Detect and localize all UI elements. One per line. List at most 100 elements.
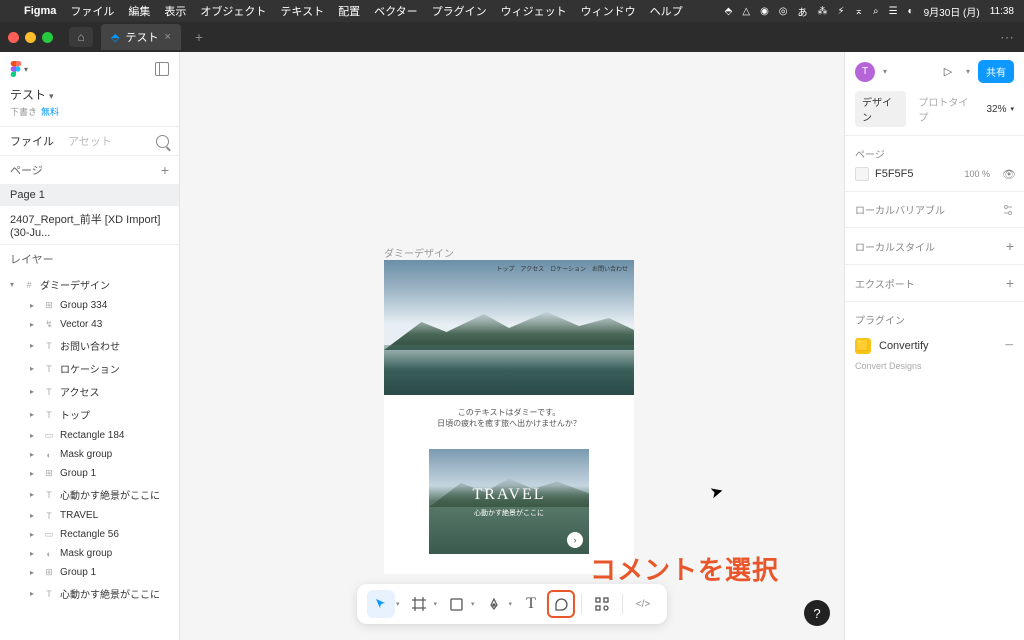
- minimize-window-icon[interactable]: [25, 32, 36, 43]
- chevron-down-icon[interactable]: ▾: [509, 600, 513, 608]
- layer-item[interactable]: ▸T心動かす絶景がここに: [0, 483, 179, 506]
- layer-item[interactable]: ▸Tアクセス: [0, 380, 179, 403]
- add-icon[interactable]: +: [1006, 238, 1014, 254]
- export-section[interactable]: エクスポート+: [855, 275, 1014, 291]
- home-tab[interactable]: ⌂: [69, 27, 93, 47]
- file-title[interactable]: テスト▾: [0, 86, 179, 105]
- figma-menu-icon[interactable]: ▾: [10, 60, 28, 78]
- new-tab-button[interactable]: +: [195, 29, 203, 45]
- status-cloud-icon[interactable]: △: [742, 6, 750, 17]
- remove-plugin-icon[interactable]: −: [1005, 337, 1014, 355]
- chevron-right-icon[interactable]: ▸: [30, 469, 38, 478]
- status-bluetooth-icon[interactable]: ⁂: [818, 6, 828, 17]
- menu-text[interactable]: テキスト: [280, 3, 324, 19]
- tabbar-overflow-icon[interactable]: ⋯: [1000, 29, 1016, 46]
- pages-header[interactable]: ページ +: [0, 155, 179, 184]
- maximize-window-icon[interactable]: [42, 32, 53, 43]
- layer-item[interactable]: ▸⊞Group 1: [0, 563, 179, 582]
- tool-frame[interactable]: [404, 590, 432, 618]
- menu-object[interactable]: オブジェクト: [200, 3, 266, 19]
- chevron-down-icon[interactable]: ▾: [433, 600, 437, 608]
- background-color[interactable]: F5F5F5 100 % 👁: [855, 167, 1014, 181]
- chevron-right-icon[interactable]: ▸: [30, 387, 38, 396]
- chevron-right-icon[interactable]: ▸: [30, 364, 38, 373]
- layer-item[interactable]: ▸Tトップ: [0, 403, 179, 426]
- layer-item[interactable]: ▸Tロケーション: [0, 357, 179, 380]
- chevron-right-icon[interactable]: ▸: [30, 320, 38, 329]
- color-hex[interactable]: F5F5F5: [875, 168, 914, 180]
- canvas[interactable]: ダミーデザイン トップアクセスロケーションお問い合わせ このテキストはダミーです…: [180, 52, 844, 640]
- zoom-control[interactable]: 32%▾: [986, 104, 1014, 115]
- status-cc-icon[interactable]: ☰: [889, 6, 898, 17]
- tab-file[interactable]: ファイル: [10, 133, 54, 149]
- tool-move[interactable]: [367, 590, 395, 618]
- local-variables[interactable]: ローカルバリアブル: [855, 202, 1014, 217]
- chevron-right-icon[interactable]: ▸: [30, 341, 38, 350]
- chevron-right-icon[interactable]: ▸: [30, 490, 38, 499]
- page-item[interactable]: Page 1: [0, 184, 179, 206]
- menu-arrange[interactable]: 配置: [338, 3, 360, 19]
- tab-design[interactable]: デザイン: [855, 91, 906, 127]
- chevron-right-icon[interactable]: ▸: [30, 410, 38, 419]
- design-frame[interactable]: トップアクセスロケーションお問い合わせ このテキストはダミーです。 日頃の疲れを…: [384, 260, 634, 574]
- plugin-item[interactable]: 🟨 Convertify −: [855, 333, 1014, 359]
- chevron-right-icon[interactable]: ▸: [30, 431, 38, 440]
- menu-vector[interactable]: ベクター: [374, 3, 418, 19]
- help-button[interactable]: ?: [804, 600, 830, 626]
- present-icon[interactable]: ▷: [938, 62, 958, 82]
- add-icon[interactable]: +: [1006, 275, 1014, 291]
- chevron-right-icon[interactable]: ▸: [30, 568, 38, 577]
- avatar[interactable]: T: [855, 62, 875, 82]
- tool-pen[interactable]: [480, 590, 508, 618]
- tool-devmode[interactable]: </>: [629, 590, 657, 618]
- layer-item[interactable]: ▸▭Rectangle 184: [0, 426, 179, 445]
- chevron-right-icon[interactable]: ▸: [30, 301, 38, 310]
- layer-item[interactable]: ▸↯Vector 43: [0, 315, 179, 334]
- status-battery-icon[interactable]: ⚡︎: [838, 6, 845, 17]
- menu-file[interactable]: ファイル: [70, 3, 114, 19]
- status-date[interactable]: 9月30日 (月): [924, 4, 980, 19]
- tab-asset[interactable]: アセット: [68, 133, 112, 149]
- menu-app[interactable]: Figma: [24, 5, 56, 17]
- layer-item[interactable]: ▸T心動かす絶景がここに: [0, 582, 179, 605]
- panel-toggle-icon[interactable]: [155, 62, 169, 76]
- layer-frame[interactable]: ▾ # ダミーデザイン: [0, 273, 179, 296]
- tool-shape[interactable]: [442, 590, 470, 618]
- chevron-down-icon[interactable]: ▾: [966, 67, 970, 76]
- chevron-right-icon[interactable]: ▸: [30, 530, 38, 539]
- menu-edit[interactable]: 編集: [128, 3, 150, 19]
- plan-badge[interactable]: 無料: [41, 107, 59, 117]
- add-page-icon[interactable]: +: [161, 162, 169, 178]
- chevron-right-icon[interactable]: ▸: [30, 450, 38, 459]
- menu-window[interactable]: ウィンドウ: [581, 3, 636, 19]
- chevron-down-icon[interactable]: ▾: [471, 600, 475, 608]
- frame-label[interactable]: ダミーデザイン: [384, 245, 454, 260]
- status-time[interactable]: 11:38: [990, 6, 1014, 17]
- status-siri-icon[interactable]: ◐: [908, 6, 914, 17]
- status-jp-icon[interactable]: あ: [798, 4, 808, 19]
- menu-plugin[interactable]: プラグイン: [432, 3, 487, 19]
- layer-item[interactable]: ▸Tお問い合わせ: [0, 334, 179, 357]
- layer-item[interactable]: ▸⊞Group 1: [0, 464, 179, 483]
- tool-actions[interactable]: [588, 590, 616, 618]
- menu-view[interactable]: 表示: [164, 3, 186, 19]
- tool-text[interactable]: T: [517, 590, 545, 618]
- traffic-lights[interactable]: [8, 32, 53, 43]
- chevron-down-icon[interactable]: ▾: [883, 67, 887, 76]
- chevron-right-icon[interactable]: ▸: [30, 511, 38, 520]
- layer-item[interactable]: ▸TTRAVEL: [0, 506, 179, 525]
- chevron-right-icon[interactable]: ▸: [30, 589, 38, 598]
- menu-widget[interactable]: ウィジェット: [501, 3, 567, 19]
- page-item[interactable]: 2407_Report_前半 [XD Import] (30-Ju...: [0, 206, 179, 244]
- layer-item[interactable]: ▸◐Mask group: [0, 544, 179, 563]
- local-styles[interactable]: ローカルスタイル+: [855, 238, 1014, 254]
- status-circle-icon[interactable]: ◎: [779, 6, 788, 17]
- color-swatch[interactable]: [855, 167, 869, 181]
- menu-help[interactable]: ヘルプ: [650, 3, 683, 19]
- close-window-icon[interactable]: [8, 32, 19, 43]
- layer-item[interactable]: ▸▭Rectangle 56: [0, 525, 179, 544]
- chevron-down-icon[interactable]: ▾: [10, 280, 18, 289]
- chevron-right-icon[interactable]: ▸: [30, 549, 38, 558]
- tool-comment[interactable]: [547, 590, 575, 618]
- layer-item[interactable]: ▸⊞Group 334: [0, 296, 179, 315]
